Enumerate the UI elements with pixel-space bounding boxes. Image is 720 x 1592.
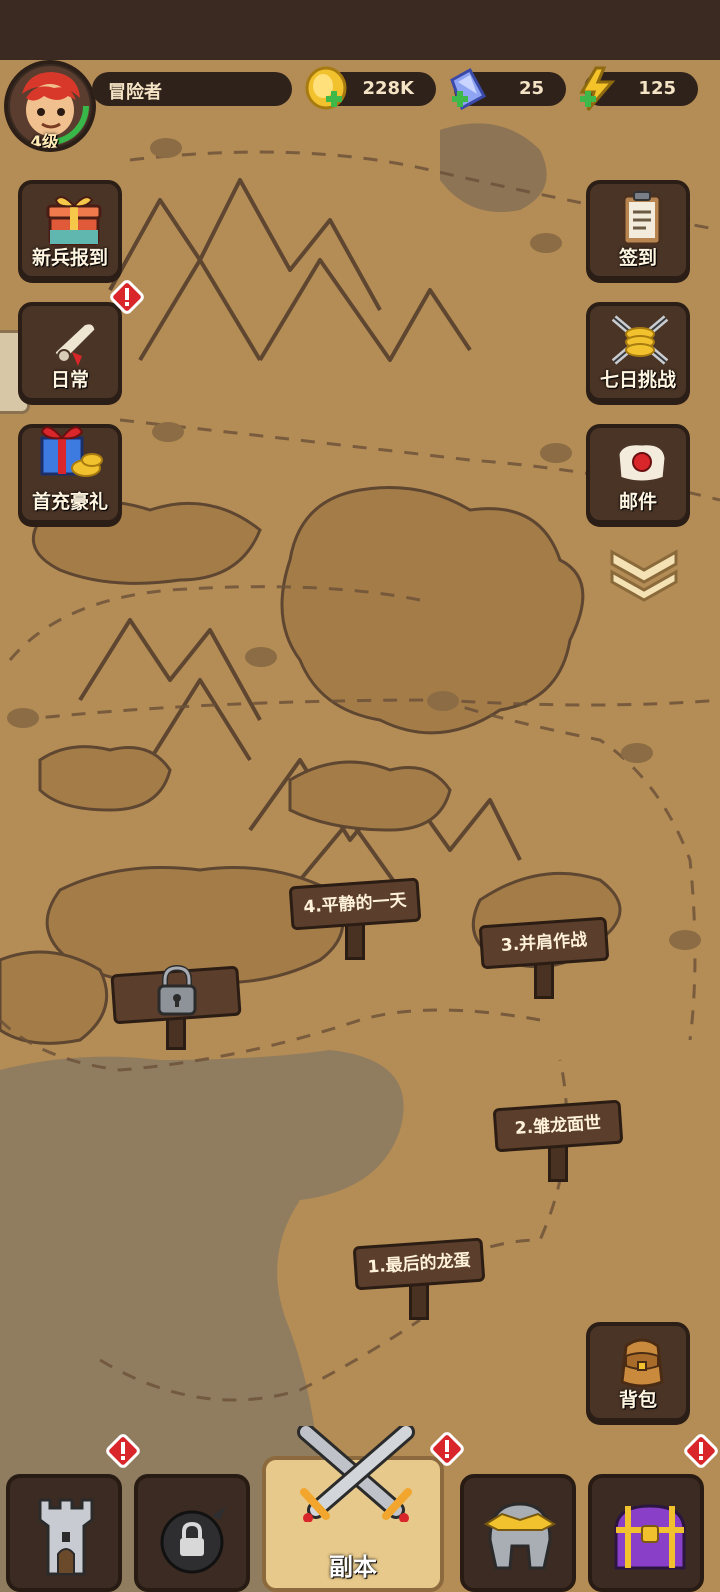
sealed-letter-icon — [616, 442, 668, 484]
newbie-checkin-button[interactable]: 新兵报到 — [18, 180, 122, 280]
stage-2-sign[interactable]: 2.雏龙面世 — [492, 1098, 624, 1188]
first-recharge-button[interactable]: 首充豪礼 — [18, 424, 122, 524]
gift-pile-icon — [40, 426, 103, 477]
dungeon-alert-icon — [430, 1432, 464, 1466]
status-bar-area — [0, 0, 720, 60]
first-recharge-label: 首充豪礼 — [31, 491, 108, 513]
stage-3-sign[interactable]: 3.并肩作战 — [478, 915, 610, 1005]
clipboard-icon — [622, 191, 662, 246]
gift-box-icon — [46, 196, 102, 246]
gold-value: 228K — [362, 78, 414, 99]
seven-day-challenge-button[interactable]: 七日挑战 — [586, 302, 690, 402]
treasure-chest-icon — [614, 1504, 686, 1570]
daily-alert-icon — [110, 280, 144, 314]
mail-label: 邮件 — [618, 491, 657, 513]
sign-in-label: 签到 — [618, 247, 657, 269]
player-avatar[interactable]: 4级 — [4, 60, 96, 152]
treasure-alert-icon — [684, 1434, 718, 1468]
stage-1-sign[interactable]: 1.最后的龙蛋 — [352, 1236, 486, 1326]
backpack-icon — [620, 1338, 664, 1388]
tab-dungeon[interactable]: 副本 — [262, 1426, 444, 1592]
tab-locked[interactable] — [134, 1474, 250, 1592]
locked-bomb-icon — [160, 1506, 226, 1574]
gem-value: 25 — [518, 78, 544, 99]
seven-day-challenge-label: 七日挑战 — [599, 369, 676, 391]
gem-counter[interactable]: 25 — [450, 67, 566, 111]
player-level: 4级 — [30, 133, 59, 152]
scroll-icon — [52, 321, 98, 366]
gold-counter[interactable]: 228K — [305, 66, 436, 110]
stage-1-label: 1.最后的龙蛋 — [366, 1250, 472, 1278]
gold-coin-plus-icon — [305, 66, 347, 110]
newbie-checkin-label: 新兵报到 — [31, 247, 108, 269]
backpack-button[interactable]: 背包 — [586, 1322, 690, 1422]
crossed-swords-icon — [297, 1426, 415, 1522]
padlock-icon — [157, 964, 197, 1016]
stage-3-label: 3.并肩作战 — [500, 930, 588, 956]
locked-stage-sign[interactable] — [110, 962, 242, 1058]
player-name: 冒险者 — [108, 82, 162, 103]
tab-hero[interactable] — [460, 1474, 576, 1592]
crossed-swords-coins-icon — [611, 315, 669, 365]
energy-value: 125 — [638, 78, 676, 99]
tab-tower[interactable] — [6, 1474, 122, 1592]
mail-button[interactable]: 邮件 — [586, 424, 690, 524]
backpack-label: 背包 — [618, 1389, 657, 1411]
bottom-tab-bar: 副本 — [0, 1426, 720, 1592]
tower-icon — [38, 1498, 94, 1576]
tab-treasure[interactable] — [588, 1474, 704, 1592]
stage-2-label: 2.雏龙面世 — [514, 1113, 602, 1139]
daily-label: 日常 — [50, 369, 89, 391]
blue-gem-plus-icon — [450, 67, 487, 111]
daily-button[interactable]: 日常 — [18, 302, 122, 402]
player-name-bar[interactable]: 冒险者 — [92, 72, 292, 106]
tower-alert-icon — [106, 1434, 140, 1468]
stage-4-sign[interactable]: 4.平静的一天 — [288, 877, 422, 968]
sign-in-button[interactable]: 签到 — [586, 180, 690, 280]
tab-dungeon-label: 副本 — [329, 1553, 377, 1581]
lightning-plus-icon — [579, 66, 616, 111]
expand-menu-chevron-icon[interactable] — [604, 540, 684, 604]
energy-counter[interactable]: 125 — [579, 66, 698, 111]
helmet-icon — [483, 1502, 557, 1570]
stage-4-label: 4.平静的一天 — [302, 890, 408, 918]
